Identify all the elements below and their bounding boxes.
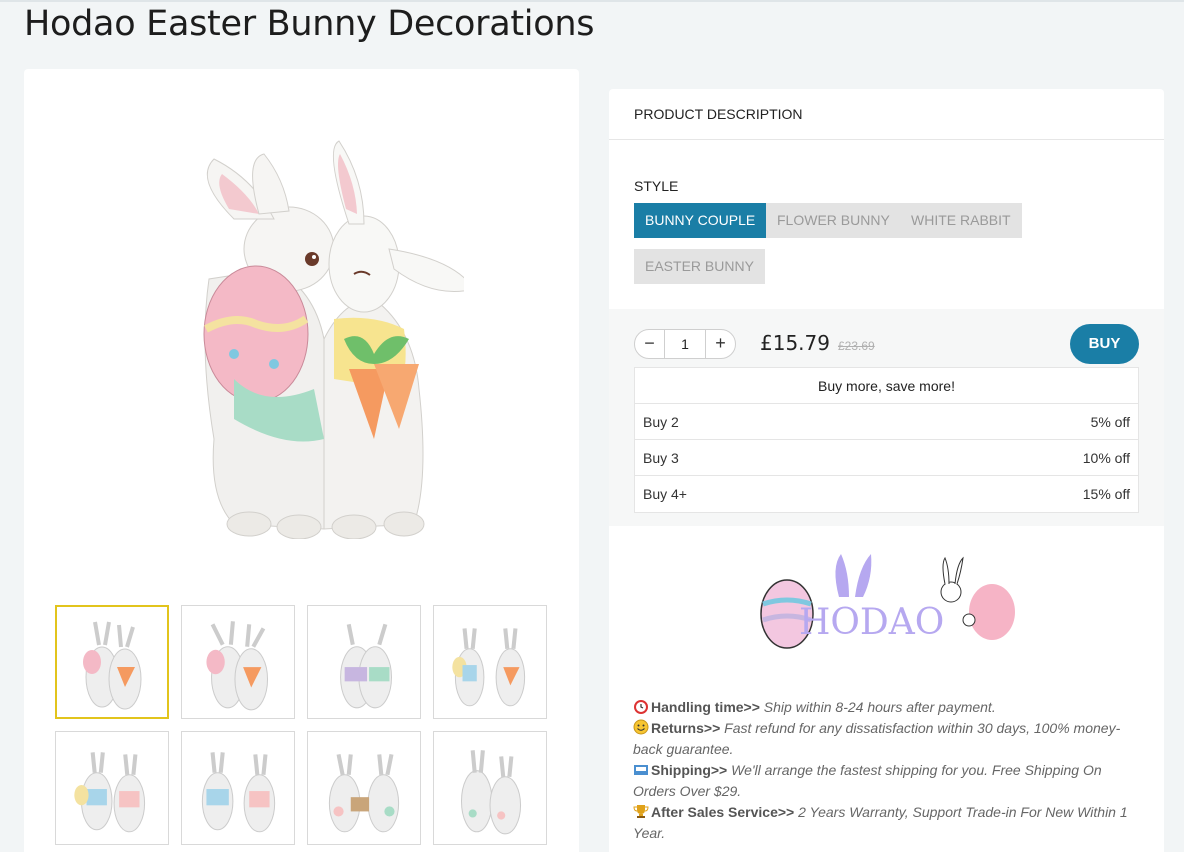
thumbnail-4[interactable] (433, 605, 547, 719)
after-sales-label: After Sales Service>> (651, 804, 795, 820)
original-price: £23.69 (838, 339, 875, 353)
after-sales-line: After Sales Service>> 2 Years Warranty, … (633, 802, 1138, 844)
current-price: £15.79 (760, 331, 830, 355)
shipping-line: Shipping>> We'll arrange the fastest shi… (633, 760, 1138, 802)
thumbnail-3[interactable] (307, 605, 421, 719)
tier-discount: 15% off (1082, 486, 1130, 502)
table-row: Buy 3 10% off (635, 440, 1138, 476)
tier-quantity: Buy 2 (643, 414, 679, 430)
main-product-image[interactable] (174, 139, 475, 540)
thumbnail-7[interactable] (307, 731, 421, 845)
style-option-easter-bunny[interactable]: EASTER BUNNY (634, 249, 765, 284)
thumbnail-6[interactable] (181, 731, 295, 845)
style-option-flower-bunny[interactable]: FLOWER BUNNY (766, 203, 901, 238)
store-policy-info: Handling time>> Ship within 8-24 hours a… (633, 697, 1138, 844)
style-label: STYLE (634, 178, 679, 194)
tier-quantity: Buy 3 (643, 450, 679, 466)
handling-time-label: Handling time>> (651, 699, 760, 715)
purchase-area: − 1 + £15.79 £23.69 BUY Buy more, save m… (609, 309, 1164, 526)
hodao-logo-text: HODAO (799, 602, 944, 643)
thumbnail-5[interactable] (55, 731, 169, 845)
table-row: Buy 4+ 15% off (635, 476, 1138, 512)
bulk-discount-header: Buy more, save more! (635, 368, 1138, 404)
product-panel: PRODUCT DESCRIPTION STYLE BUNNY COUPLE F… (609, 89, 1164, 852)
product-gallery (24, 69, 579, 852)
shipping-label: Shipping>> (651, 762, 728, 778)
tier-quantity: Buy 4+ (643, 486, 687, 502)
quantity-input[interactable]: 1 (665, 330, 705, 358)
returns-label: Returns>> (651, 720, 721, 736)
decrease-quantity-button[interactable]: − (635, 330, 665, 358)
smiley-icon (633, 719, 649, 735)
alarm-clock-icon (633, 698, 649, 714)
buy-button[interactable]: BUY (1070, 324, 1139, 364)
tier-discount: 10% off (1082, 450, 1130, 466)
style-option-white-rabbit[interactable]: WHITE RABBIT (900, 203, 1022, 238)
handling-time-text: Ship within 8-24 hours after payment. (759, 699, 996, 715)
thumbnail-8[interactable] (433, 731, 547, 845)
trophy-icon (633, 803, 649, 819)
style-option-bunny-couple[interactable]: BUNNY COUPLE (634, 203, 767, 238)
table-row: Buy 2 5% off (635, 404, 1138, 440)
product-title: Hodao Easter Bunny Decorations (24, 4, 595, 44)
increase-quantity-button[interactable]: + (705, 330, 735, 358)
thumbnail-1[interactable] (55, 605, 169, 719)
handling-time-line: Handling time>> Ship within 8-24 hours a… (633, 697, 1138, 718)
returns-line: Returns>> Fast refund for any dissatisfa… (633, 718, 1138, 760)
tier-discount: 5% off (1090, 414, 1130, 430)
thumbnail-2[interactable] (181, 605, 295, 719)
top-divider (0, 0, 1184, 2)
shipping-box-icon (633, 761, 649, 777)
product-description-header[interactable]: PRODUCT DESCRIPTION (609, 89, 1164, 140)
hodao-logo: HODAO (759, 552, 1019, 662)
bulk-discount-table: Buy more, save more! Buy 2 5% off Buy 3 … (634, 367, 1139, 513)
quantity-stepper: − 1 + (634, 329, 736, 359)
